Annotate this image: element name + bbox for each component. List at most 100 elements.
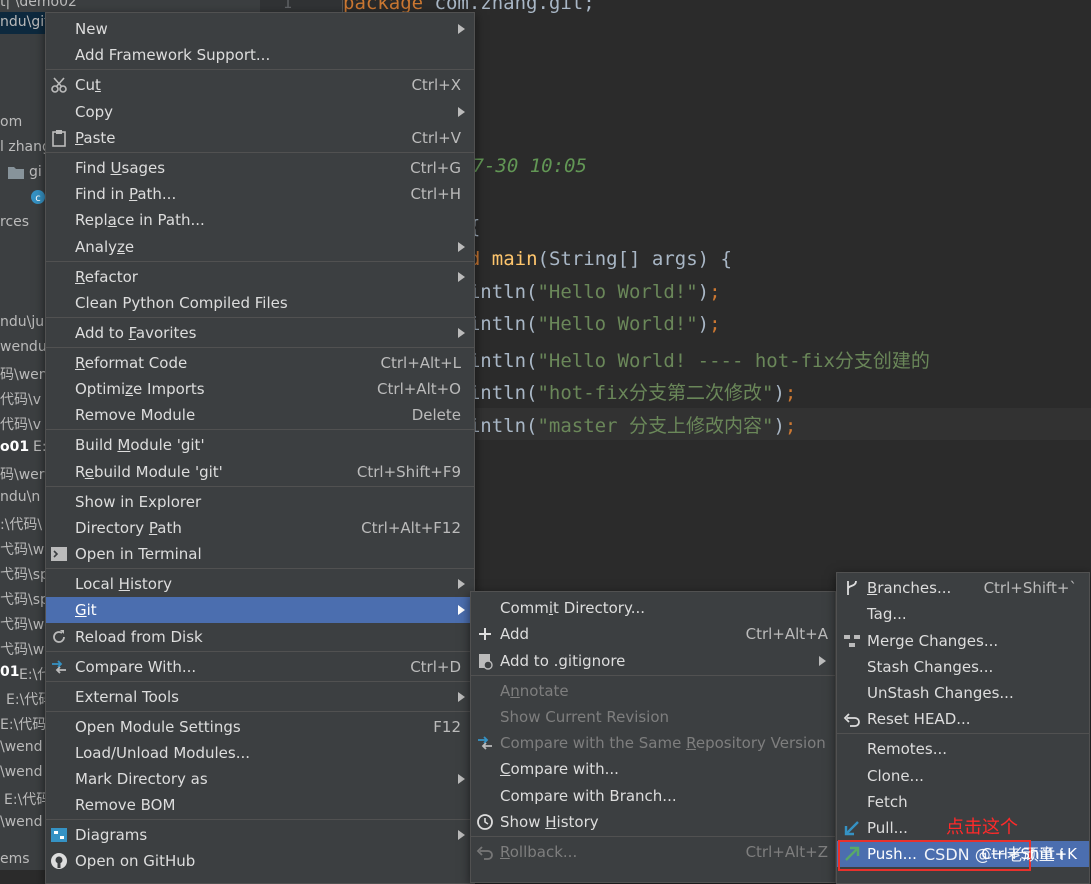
menu-item-compare-with[interactable]: Compare With... Ctrl+D <box>46 654 474 680</box>
menu-separator <box>46 152 474 153</box>
menu-item-new[interactable]: New <box>46 16 474 42</box>
menu-item-stash-changes[interactable]: Stash Changes... <box>837 654 1089 680</box>
tree-row[interactable]: ems <box>0 851 30 867</box>
menu-item-branches[interactable]: Branches... Ctrl+Shift+` <box>837 575 1089 601</box>
menu-item-remove-bom[interactable]: Remove BOM <box>46 792 474 818</box>
menu-item-unstash-changes[interactable]: UnStash Changes... <box>837 680 1089 706</box>
pull-icon <box>843 819 861 837</box>
tree-row[interactable]: o01 <box>0 439 29 455</box>
tree-row[interactable]: \wend <box>0 814 43 830</box>
tree-row[interactable]: 码\wer <box>0 464 45 484</box>
tree-row[interactable]: ndu\ju <box>0 314 44 330</box>
menu-separator <box>46 711 474 712</box>
menu-item-commit-directory[interactable]: Commit Directory... <box>471 595 835 621</box>
menu-item-local-history[interactable]: Local History <box>46 571 474 597</box>
compare-icon <box>476 734 494 752</box>
menu-item-add-to-favorites[interactable]: Add to Favorites <box>46 320 474 346</box>
menu-item-show-history[interactable]: Show History <box>471 809 835 835</box>
menu-item-rebuild-module[interactable]: Rebuild Module 'git' Ctrl+Shift+F9 <box>46 459 474 485</box>
clipboard-icon <box>50 129 68 147</box>
menu-item-clean-python[interactable]: Clean Python Compiled Files <box>46 290 474 316</box>
tree-row[interactable]: om <box>0 114 22 130</box>
menu-item-analyze[interactable]: Analyze <box>46 234 474 260</box>
tree-row[interactable]: t| \demo02 <box>0 0 77 10</box>
tree-row[interactable]: gi <box>29 164 42 180</box>
menu-separator <box>46 819 474 820</box>
tree-row[interactable]: 01 <box>0 664 19 680</box>
menu-item-merge-changes[interactable]: Merge Changes... <box>837 628 1089 654</box>
menu-item-open-in-terminal[interactable]: Open in Terminal <box>46 541 474 567</box>
tree-row[interactable]: wendu <box>0 339 47 355</box>
menu-item-reset-head[interactable]: Reset HEAD... <box>837 706 1089 732</box>
menu-item-label: Find in Path... <box>75 185 177 203</box>
menu-item-optimize-imports[interactable]: Optimize Imports Ctrl+Alt+O <box>46 376 474 402</box>
tree-row[interactable]: rces <box>0 214 29 230</box>
tree-row[interactable]: :\代码\ <box>0 514 42 534</box>
menu-item-label: Remotes... <box>867 740 947 758</box>
menu-item-replace-in-path[interactable]: Replace in Path... <box>46 207 474 233</box>
tree-row[interactable]: \wend <box>0 764 43 780</box>
menu-item-label: Fetch <box>867 793 908 811</box>
tree-row[interactable]: 弋码\sp <box>0 564 49 584</box>
menu-item-compare-with[interactable]: Compare with... <box>471 756 835 782</box>
menu-item-reformat-code[interactable]: Reformat Code Ctrl+Alt+L <box>46 350 474 376</box>
menu-item-remotes[interactable]: Remotes... <box>837 736 1089 762</box>
menu-item-find-usages[interactable]: Find Usages Ctrl+G <box>46 155 474 181</box>
menu-item-add-to-gitignore[interactable]: Add to .gitignore <box>471 648 835 674</box>
menu-separator <box>46 486 474 487</box>
menu-separator <box>46 651 474 652</box>
menu-item-compare-with-branch[interactable]: Compare with Branch... <box>471 783 835 809</box>
menu-item-open-module-settings[interactable]: Open Module Settings F12 <box>46 714 474 740</box>
menu-item-label: Commit Directory... <box>500 599 645 617</box>
menu-item-show-in-explorer[interactable]: Show in Explorer <box>46 489 474 515</box>
menu-item-add-framework-support[interactable]: Add Framework Support... <box>46 42 474 68</box>
menu-item-cut[interactable]: Cut Ctrl+X <box>46 72 474 98</box>
menu-item-label: Refactor <box>75 268 138 286</box>
tree-row[interactable]: l zhang <box>0 139 51 155</box>
tree-row[interactable]: ndu\n <box>0 489 40 505</box>
menu-item-add[interactable]: Add Ctrl+Alt+A <box>471 621 835 647</box>
scissors-icon <box>50 76 68 94</box>
tree-row[interactable]: 代码\v <box>0 389 41 409</box>
menu-item-reload-from-disk[interactable]: Reload from Disk <box>46 624 474 650</box>
tree-row[interactable]: ndu\git <box>0 14 50 30</box>
submenu-arrow-icon <box>458 579 465 589</box>
menu-item-label: Git <box>75 601 97 619</box>
menu-item-tag[interactable]: Tag... <box>837 601 1089 627</box>
menu-item-label: UnStash Changes... <box>867 684 1014 702</box>
plus-icon <box>476 625 494 643</box>
tree-row[interactable]: \wend <box>0 739 43 755</box>
menu-item-git[interactable]: Git <box>46 597 474 623</box>
tree-row[interactable]: 弋码\sp <box>0 589 49 609</box>
clock-icon <box>476 813 494 831</box>
menu-item-shortcut: F12 <box>433 718 461 736</box>
menu-separator <box>46 69 474 70</box>
gitignore-icon <box>476 652 494 670</box>
menu-item-mark-directory-as[interactable]: Mark Directory as <box>46 766 474 792</box>
menu-item-open-on-github[interactable]: Open on GitHub <box>46 848 474 874</box>
menu-item-clone[interactable]: Clone... <box>837 763 1089 789</box>
menu-item-directory-path[interactable]: Directory Path Ctrl+Alt+F12 <box>46 515 474 541</box>
menu-item-paste[interactable]: Paste Ctrl+V <box>46 125 474 151</box>
reload-icon <box>50 628 68 646</box>
menu-item-find-in-path[interactable]: Find in Path... Ctrl+H <box>46 181 474 207</box>
menu-item-load-unload-modules[interactable]: Load/Unload Modules... <box>46 740 474 766</box>
menu-item-label: Tag... <box>867 605 907 623</box>
menu-item-shortcut: Ctrl+G <box>410 159 461 177</box>
menu-item-external-tools[interactable]: External Tools <box>46 684 474 710</box>
submenu-arrow-icon <box>458 242 465 252</box>
menu-item-label: Branches... <box>867 579 952 597</box>
menu-item-shortcut: Ctrl+D <box>410 658 461 676</box>
git-submenu: Commit Directory... Add Ctrl+Alt+A Add to .… <box>470 591 836 883</box>
menu-item-remove-module[interactable]: Remove Module Delete <box>46 402 474 428</box>
menu-item-build-module[interactable]: Build Module 'git' <box>46 432 474 458</box>
menu-item-refactor[interactable]: Refactor <box>46 264 474 290</box>
tree-row[interactable]: 代码\v <box>0 414 41 434</box>
tree-row[interactable]: E:\代码 <box>0 714 46 734</box>
menu-item-diagrams[interactable]: Diagrams <box>46 822 474 848</box>
menu-item-label: New <box>75 20 108 38</box>
tree-row[interactable]: E:\代码 <box>4 789 50 809</box>
menu-item-fetch[interactable]: Fetch <box>837 789 1089 815</box>
menu-item-label: Compare with Branch... <box>500 787 677 805</box>
menu-item-copy[interactable]: Copy <box>46 99 474 125</box>
